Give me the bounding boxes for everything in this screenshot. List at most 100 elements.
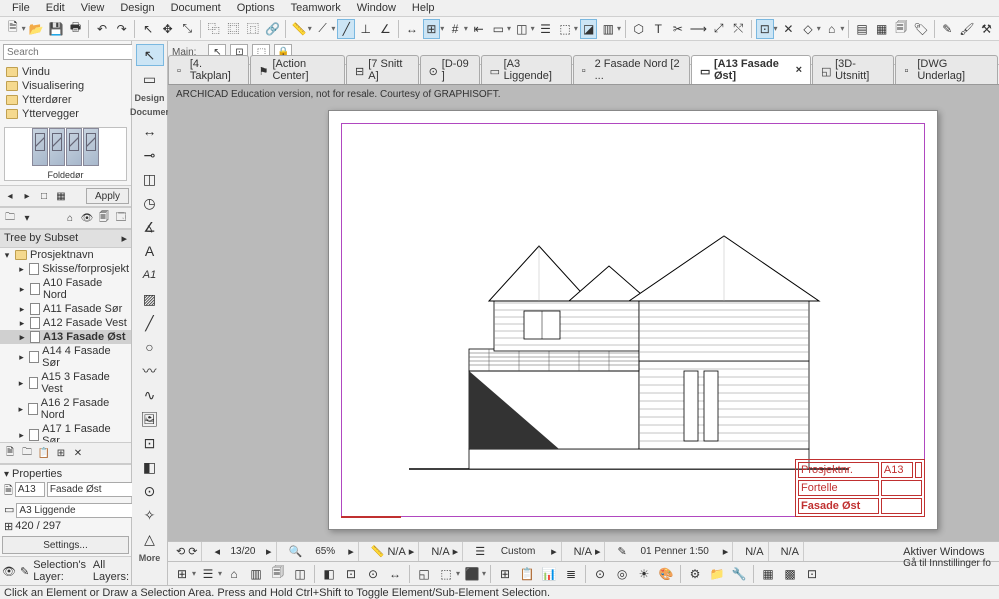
- box-button[interactable]: ⬚: [556, 19, 574, 39]
- zoom-input[interactable]: [305, 546, 345, 557]
- tab-actioncenter[interactable]: ⚑[Action Center]: [250, 55, 345, 84]
- page-prev-icon[interactable]: ◂: [214, 545, 220, 558]
- search-input[interactable]: [3, 44, 143, 60]
- layers-button[interactable]: ☰: [537, 19, 555, 39]
- measure-button[interactable]: ⟋: [314, 19, 332, 39]
- settings-button[interactable]: Settings...: [2, 536, 129, 554]
- history-back-icon[interactable]: ⟲: [176, 545, 185, 558]
- save-button[interactable]: 💾: [47, 19, 65, 39]
- print-button[interactable]: 🖶: [67, 19, 85, 39]
- bt16[interactable]: ⊙: [590, 564, 610, 584]
- bt8[interactable]: ⊙: [363, 564, 383, 584]
- wall-button[interactable]: ▥: [599, 19, 617, 39]
- layers2-icon[interactable]: ☰: [475, 545, 485, 558]
- prop-id-input[interactable]: [15, 482, 45, 497]
- bt1[interactable]: ⊞: [172, 564, 192, 584]
- bt23[interactable]: ▦: [758, 564, 778, 584]
- perp-button[interactable]: ⊥: [357, 19, 375, 39]
- drawing-frame[interactable]: Prosjektnr.A13 Fortelle Fasade Øst: [328, 110, 938, 530]
- bt3[interactable]: ▥: [246, 564, 266, 584]
- tab-snitt[interactable]: ⊟[7 Snitt A]: [346, 55, 419, 84]
- tree-page-a17[interactable]: ▸A17 1 Fasade Sør: [0, 422, 131, 442]
- eye-icon[interactable]: 👁: [2, 565, 16, 578]
- tree-project[interactable]: ▾Prosjektnavn: [0, 248, 131, 262]
- extend-button[interactable]: ⟶: [689, 19, 708, 39]
- folder-vindu[interactable]: Vindu: [2, 65, 129, 79]
- form-button[interactable]: ⬡: [630, 19, 648, 39]
- bt22[interactable]: 🔧: [729, 564, 749, 584]
- bt14[interactable]: 📊: [539, 564, 559, 584]
- bt19[interactable]: 🎨: [656, 564, 676, 584]
- tree-page-a15[interactable]: ▸A15 3 Fasade Vest: [0, 370, 131, 396]
- cross-button[interactable]: ✕: [780, 19, 798, 39]
- tree-header[interactable]: Tree by Subset▸: [0, 229, 131, 248]
- tab-d09[interactable]: ⊙[D-09 ]: [420, 55, 480, 84]
- menu-options[interactable]: Options: [229, 2, 283, 14]
- bt10[interactable]: ⬚: [436, 564, 456, 584]
- nav-btn1[interactable]: 🗀: [2, 210, 18, 226]
- marquee-tool[interactable]: ▭: [136, 68, 164, 90]
- text-tool[interactable]: A: [136, 240, 164, 262]
- bt25[interactable]: ⊡: [802, 564, 822, 584]
- zoom-icon[interactable]: 🔍: [289, 545, 303, 558]
- diamond-button[interactable]: ◇: [799, 19, 817, 39]
- worksheet-tool[interactable]: ✧: [136, 504, 164, 526]
- label-tool[interactable]: A1: [136, 264, 164, 286]
- menu-view[interactable]: View: [73, 2, 113, 14]
- menu-document[interactable]: Document: [163, 2, 229, 14]
- bt11[interactable]: ⬛: [462, 564, 482, 584]
- brush-button[interactable]: 🖌: [958, 19, 976, 39]
- tree-page-a10[interactable]: ▸A10 Fasade Nord: [0, 276, 131, 302]
- tb4[interactable]: ⊞: [53, 445, 69, 461]
- text-button[interactable]: T: [650, 19, 668, 39]
- nav-btn3[interactable]: ⌂: [62, 210, 78, 226]
- tb1[interactable]: 🗎: [2, 445, 18, 461]
- split-button[interactable]: ⤢: [710, 19, 728, 39]
- wrench-button[interactable]: ⚒: [978, 19, 996, 39]
- nav-btn5[interactable]: 🗐: [96, 210, 112, 226]
- folder-visualisering[interactable]: Visualisering: [2, 79, 129, 93]
- canvas-viewport[interactable]: ARCHICAD Education version, not for resa…: [168, 85, 999, 541]
- tree-page-a11[interactable]: ▸A11 Fasade Sør: [0, 302, 131, 316]
- nav-btn6[interactable]: 🗔: [113, 210, 129, 226]
- menu-help[interactable]: Help: [404, 2, 443, 14]
- tree-page-a16[interactable]: ▸A16 2 Fasade Nord: [0, 396, 131, 422]
- grid-button[interactable]: #: [446, 19, 464, 39]
- tb3[interactable]: 📋: [36, 445, 52, 461]
- level-tool[interactable]: ⊸: [136, 144, 164, 166]
- cursor-button[interactable]: ↖: [139, 19, 157, 39]
- snap-button[interactable]: ⊞: [423, 19, 441, 39]
- elevation-tool[interactable]: ◧: [136, 456, 164, 478]
- circle-tool[interactable]: ○: [136, 336, 164, 358]
- group-button[interactable]: ⿵: [244, 19, 262, 39]
- bt18[interactable]: ☀: [634, 564, 654, 584]
- dimension-tool[interactable]: ↔: [136, 120, 164, 142]
- arrow-button[interactable]: ↔: [403, 19, 421, 39]
- door-tool[interactable]: ◫: [136, 168, 164, 190]
- new-file-button[interactable]: 🗎: [4, 19, 22, 39]
- clone-button[interactable]: ⿴: [225, 19, 243, 39]
- redo-button[interactable]: ↷: [113, 19, 131, 39]
- pen-icon[interactable]: ✎: [617, 545, 626, 558]
- fill-tool[interactable]: ▨: [136, 288, 164, 310]
- layer1-button[interactable]: ▤: [853, 19, 871, 39]
- bt9[interactable]: ↔: [385, 564, 405, 584]
- detail-tool[interactable]: ⊙: [136, 480, 164, 502]
- bt20[interactable]: ⚙: [685, 564, 705, 584]
- view1-button[interactable]: □: [36, 188, 52, 204]
- rect-button[interactable]: ▭: [489, 19, 507, 39]
- angle-tool[interactable]: ∡: [136, 216, 164, 238]
- menu-edit[interactable]: Edit: [38, 2, 73, 14]
- bt-cube[interactable]: ◱: [414, 564, 434, 584]
- link-button[interactable]: 🔗: [264, 19, 282, 39]
- custom-input[interactable]: [488, 546, 548, 557]
- tree-page-a12[interactable]: ▸A12 Fasade Vest: [0, 316, 131, 330]
- bt15[interactable]: ≣: [561, 564, 581, 584]
- pick-button[interactable]: ✥: [159, 19, 177, 39]
- bt7[interactable]: ⊡: [341, 564, 361, 584]
- bt6[interactable]: ◧: [319, 564, 339, 584]
- bt12[interactable]: ⊞: [495, 564, 515, 584]
- next-button[interactable]: ▸: [19, 188, 35, 204]
- page-next-icon[interactable]: ▸: [266, 545, 272, 558]
- properties-header[interactable]: ▾ Properties: [2, 467, 129, 481]
